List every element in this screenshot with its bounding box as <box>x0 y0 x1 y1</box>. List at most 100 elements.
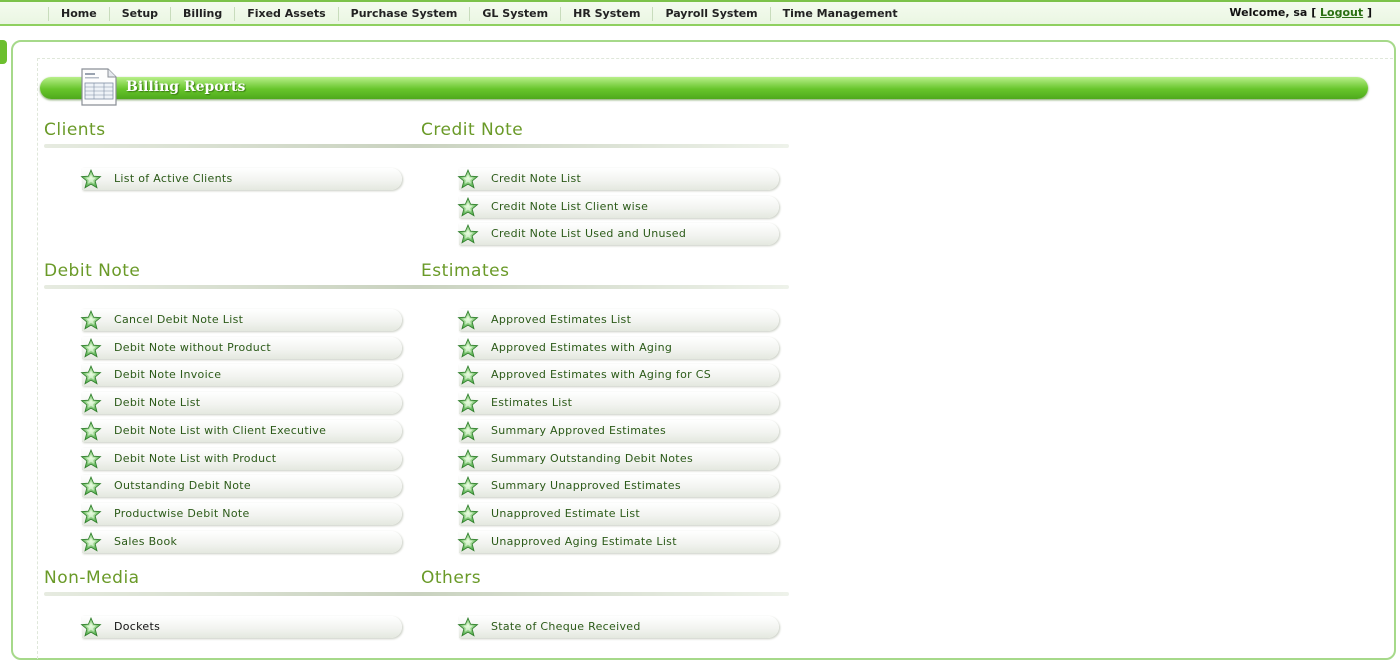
star-icon <box>457 448 479 469</box>
star-icon <box>457 337 479 358</box>
star-icon <box>457 224 479 245</box>
report-document-icon <box>81 68 117 106</box>
report-link-label: Summary Approved Estimates <box>491 423 667 437</box>
star-icon <box>80 531 102 552</box>
nav-item-time-management[interactable]: Time Management <box>769 7 910 21</box>
section-title-estimates: Estimates <box>421 261 510 281</box>
username: sa <box>1293 6 1308 19</box>
report-link[interactable]: Debit Note without Product <box>80 336 402 359</box>
section-title-non-media: Non-Media <box>44 568 140 588</box>
report-link-label: Approved Estimates List <box>491 313 632 326</box>
nav-item-setup[interactable]: Setup <box>108 7 170 21</box>
star-icon <box>457 168 479 189</box>
report-link[interactable]: Summary Unapproved Estimates <box>457 475 779 498</box>
star-icon <box>80 168 102 189</box>
star-icon <box>457 476 479 496</box>
report-link-label: Approved Estimates with Aging <box>491 340 673 354</box>
report-link-label: Debit Note List <box>114 396 201 410</box>
report-link[interactable]: Summary Outstanding Debit Notes <box>457 447 779 470</box>
report-link[interactable]: Debit Note List <box>80 392 402 415</box>
star-icon <box>457 309 479 330</box>
side-panel-toggle[interactable] <box>0 40 7 64</box>
report-link-label: Debit Note List with Product <box>114 451 277 465</box>
star-icon <box>80 448 102 469</box>
report-link-label: Dockets <box>114 620 161 633</box>
star-icon <box>457 531 479 552</box>
report-link-label: Summary Unapproved Estimates <box>491 479 681 493</box>
star-icon <box>80 309 102 330</box>
report-link-label: Credit Note List Client wise <box>491 199 649 213</box>
report-link-label: Unapproved Estimate List <box>491 506 641 520</box>
report-link[interactable]: Estimates List <box>457 392 779 415</box>
welcome-prefix: Welcome, <box>1229 6 1294 19</box>
star-icon <box>80 420 102 441</box>
report-link[interactable]: Debit Note Invoice <box>80 364 402 387</box>
main-menu: Home Setup Billing Fixed Assets Purchase Sys… <box>48 2 910 26</box>
nav-item-gl-system[interactable]: GL System <box>469 7 560 21</box>
report-link[interactable]: Sales Book <box>80 530 402 553</box>
nav-item-home[interactable]: Home <box>48 7 109 21</box>
nav-item-purchase-system[interactable]: Purchase System <box>337 7 470 21</box>
report-link-label: Debit Note without Product <box>114 340 272 354</box>
report-link[interactable]: Summary Approved Estimates <box>457 419 779 442</box>
report-link[interactable]: Outstanding Debit Note <box>80 475 402 498</box>
report-link[interactable]: Cancel Debit Note List <box>80 309 402 331</box>
star-icon <box>80 503 102 524</box>
nav-item-hr-system[interactable]: HR System <box>560 7 652 21</box>
report-link-label: List of Active Clients <box>114 172 233 185</box>
report-link-label: Credit Note List Used and Unused <box>491 227 687 241</box>
star-icon <box>80 337 102 358</box>
page-title: Billing Reports <box>126 79 246 95</box>
bracket-close: ] <box>1363 6 1372 19</box>
report-link-label: Estimates List <box>491 396 573 410</box>
section-title-others: Others <box>421 568 482 588</box>
report-link-label: Summary Outstanding Debit Notes <box>491 451 693 465</box>
report-link-label: Sales Book <box>114 534 178 548</box>
report-link[interactable]: Approved Estimates List <box>457 309 779 331</box>
section-title-credit-note: Credit Note <box>421 120 524 140</box>
nav-item-billing[interactable]: Billing <box>170 7 234 21</box>
report-link-label: Approved Estimates with Aging for CS <box>491 368 712 382</box>
report-link[interactable]: Unapproved Estimate List <box>457 502 779 525</box>
nav-item-payroll-system[interactable]: Payroll System <box>652 7 769 21</box>
section-divider <box>44 144 789 148</box>
star-icon <box>457 420 479 441</box>
star-icon <box>80 476 102 496</box>
star-icon <box>457 503 479 524</box>
report-link[interactable]: Credit Note List Client wise <box>457 195 779 218</box>
report-link-label: Outstanding Debit Note <box>114 479 251 493</box>
star-icon <box>80 365 102 386</box>
star-icon <box>457 393 479 413</box>
report-link-label: Productwise Debit Note <box>114 506 250 520</box>
report-link[interactable]: Approved Estimates with Aging for CS <box>457 364 779 387</box>
star-icon <box>80 616 102 637</box>
report-link-label: Debit Note List with Client Executive <box>114 423 327 437</box>
report-link[interactable]: Dockets <box>80 616 402 638</box>
section-divider <box>44 592 789 596</box>
section-divider <box>44 285 789 289</box>
report-link[interactable]: Approved Estimates with Aging <box>457 336 779 359</box>
report-link[interactable]: Debit Note List with Product <box>80 447 402 470</box>
nav-item-fixed-assets[interactable]: Fixed Assets <box>234 7 337 21</box>
report-link[interactable]: List of Active Clients <box>80 168 402 190</box>
star-icon <box>457 616 479 637</box>
star-icon <box>457 196 479 217</box>
logout-link[interactable]: Logout <box>1320 6 1363 19</box>
welcome-area: Welcome, sa [ Logout ] <box>1229 6 1372 19</box>
section-title-clients: Clients <box>44 120 106 140</box>
top-navigation-bar: Home Setup Billing Fixed Assets Purchase Sys… <box>0 0 1400 26</box>
section-title-debit-note: Debit Note <box>44 261 141 281</box>
report-link-label: Credit Note List <box>491 172 582 185</box>
report-link[interactable]: Productwise Debit Note <box>80 502 402 525</box>
report-link[interactable]: Unapproved Aging Estimate List <box>457 530 779 553</box>
report-link[interactable]: Debit Note List with Client Executive <box>80 419 402 442</box>
report-link[interactable]: State of Cheque Received <box>457 616 779 638</box>
star-icon <box>457 365 479 386</box>
report-link-label: Cancel Debit Note List <box>114 313 244 326</box>
report-link-label: State of Cheque Received <box>491 620 641 633</box>
report-link[interactable]: Credit Note List Used and Unused <box>457 223 779 246</box>
report-link-label: Debit Note Invoice <box>114 368 222 382</box>
bracket-open: [ <box>1307 6 1321 19</box>
report-link[interactable]: Credit Note List <box>457 168 779 190</box>
star-icon <box>80 393 102 413</box>
